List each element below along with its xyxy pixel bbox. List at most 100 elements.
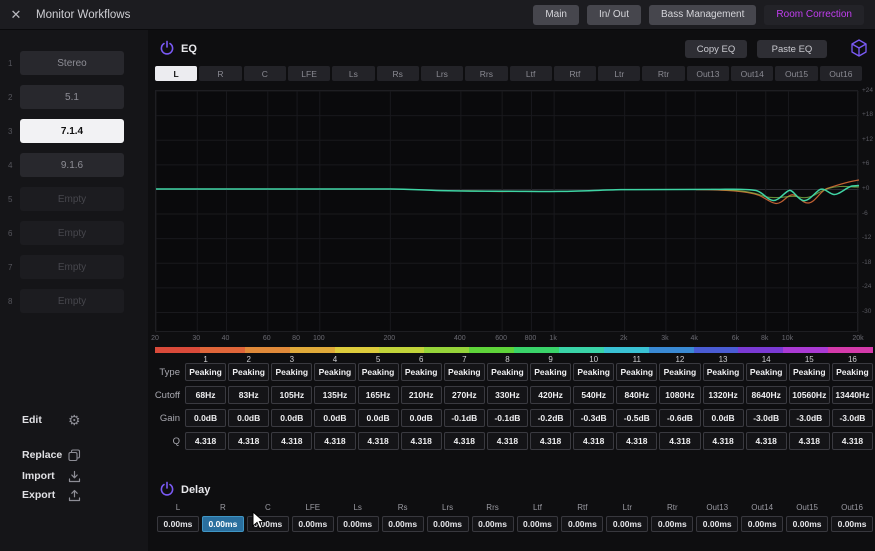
eq-channel-tab-ltr[interactable]: Ltr	[598, 66, 641, 81]
band-q-9[interactable]: 4.318	[530, 432, 572, 450]
band-type-15[interactable]: Peaking	[788, 363, 830, 381]
band-cutoff-16[interactable]: 13440Hz	[831, 386, 873, 404]
band-q-15[interactable]: 4.318	[788, 432, 830, 450]
band-q-7[interactable]: 4.318	[443, 432, 485, 450]
band-q-16[interactable]: 4.318	[831, 432, 873, 450]
preset-button-6-empty[interactable]: Empty	[20, 221, 124, 245]
delay-value-lrs[interactable]: 0.00ms	[426, 516, 469, 532]
band-gain-9[interactable]: -0.2dB	[530, 409, 572, 427]
band-gain-7[interactable]: -0.1dB	[443, 409, 485, 427]
nav-tab-room-correction[interactable]: Room Correction	[764, 4, 864, 25]
band-gain-12[interactable]: -0.6dB	[659, 409, 701, 427]
delay-value-out16[interactable]: 0.00ms	[831, 516, 873, 532]
band-gain-6[interactable]: 0.0dB	[400, 409, 442, 427]
delay-value-r[interactable]: 0.00ms	[201, 516, 244, 532]
band-cutoff-11[interactable]: 840Hz	[616, 386, 658, 404]
preset-button-4-9-1-6[interactable]: 9.1.6	[20, 153, 124, 177]
eq-channel-tab-rtr[interactable]: Rtr	[642, 66, 685, 81]
preset-button-8-empty[interactable]: Empty	[20, 289, 124, 313]
band-q-12[interactable]: 4.318	[659, 432, 701, 450]
band-cutoff-10[interactable]: 540Hz	[573, 386, 615, 404]
eq-channel-tab-r[interactable]: R	[199, 66, 242, 81]
band-q-10[interactable]: 4.318	[573, 432, 615, 450]
band-type-8[interactable]: Peaking	[486, 363, 528, 381]
delay-value-rtr[interactable]: 0.00ms	[651, 516, 694, 532]
eq-power-button[interactable]	[158, 40, 175, 57]
band-cutoff-13[interactable]: 1320Hz	[702, 386, 744, 404]
band-cutoff-1[interactable]: 68Hz	[185, 386, 227, 404]
band-type-12[interactable]: Peaking	[659, 363, 701, 381]
preset-button-2-5-1[interactable]: 5.1	[20, 85, 124, 109]
delay-value-out14[interactable]: 0.00ms	[741, 516, 784, 532]
nav-tab-main[interactable]: Main	[533, 4, 579, 25]
band-q-13[interactable]: 4.318	[702, 432, 744, 450]
band-gain-4[interactable]: 0.0dB	[314, 409, 356, 427]
eq-channel-tab-rtf[interactable]: Rtf	[553, 66, 597, 81]
band-cutoff-9[interactable]: 420Hz	[530, 386, 572, 404]
copy-eq-button[interactable]: Copy EQ	[685, 40, 747, 58]
eq-channel-tab-lfe[interactable]: LFE	[287, 66, 331, 81]
eq-channel-tab-l[interactable]: L	[155, 66, 198, 81]
band-cutoff-12[interactable]: 1080Hz	[659, 386, 701, 404]
band-gain-10[interactable]: -0.3dB	[573, 409, 615, 427]
delay-value-rrs[interactable]: 0.00ms	[471, 516, 514, 532]
preset-button-1-stereo[interactable]: Stereo	[20, 51, 124, 75]
band-q-6[interactable]: 4.318	[400, 432, 442, 450]
band-gain-8[interactable]: -0.1dB	[486, 409, 528, 427]
preset-button-5-empty[interactable]: Empty	[20, 187, 124, 211]
band-type-13[interactable]: Peaking	[702, 363, 744, 381]
band-type-11[interactable]: Peaking	[616, 363, 658, 381]
paste-eq-button[interactable]: Paste EQ	[757, 40, 827, 58]
band-type-9[interactable]: Peaking	[530, 363, 572, 381]
band-gain-16[interactable]: -3.0dB	[831, 409, 873, 427]
band-gain-2[interactable]: 0.0dB	[228, 409, 270, 427]
band-q-4[interactable]: 4.318	[314, 432, 356, 450]
edit-button[interactable]: Edit ⚙	[0, 409, 148, 431]
band-type-5[interactable]: Peaking	[357, 363, 399, 381]
band-q-8[interactable]: 4.318	[486, 432, 528, 450]
eq-channel-tab-out14[interactable]: Out14	[731, 66, 774, 81]
eq-channel-tab-c[interactable]: C	[243, 66, 286, 81]
eq-channel-tab-out16[interactable]: Out16	[819, 66, 862, 81]
band-gain-14[interactable]: -3.0dB	[745, 409, 787, 427]
band-cutoff-14[interactable]: 8640Hz	[745, 386, 787, 404]
band-cutoff-8[interactable]: 330Hz	[486, 386, 528, 404]
delay-value-ls[interactable]: 0.00ms	[336, 516, 379, 532]
band-type-10[interactable]: Peaking	[573, 363, 615, 381]
band-cutoff-4[interactable]: 135Hz	[314, 386, 356, 404]
eq-channel-tab-out15[interactable]: Out15	[775, 66, 818, 81]
band-cutoff-7[interactable]: 270Hz	[443, 386, 485, 404]
speaker-config-icon[interactable]	[848, 38, 869, 59]
delay-power-button[interactable]	[158, 481, 175, 498]
delay-value-l[interactable]: 0.00ms	[157, 516, 199, 532]
delay-value-ltf[interactable]: 0.00ms	[516, 516, 559, 532]
band-gain-5[interactable]: 0.0dB	[357, 409, 399, 427]
band-type-2[interactable]: Peaking	[228, 363, 270, 381]
band-cutoff-6[interactable]: 210Hz	[400, 386, 442, 404]
preset-button-3-7-1-4[interactable]: 7.1.4	[20, 119, 124, 143]
band-gain-15[interactable]: -3.0dB	[788, 409, 830, 427]
band-type-1[interactable]: Peaking	[185, 363, 227, 381]
eq-graph[interactable]	[155, 90, 859, 333]
band-type-16[interactable]: Peaking	[831, 363, 873, 381]
band-q-1[interactable]: 4.318	[185, 432, 227, 450]
band-type-4[interactable]: Peaking	[314, 363, 356, 381]
export-button[interactable]: Export	[0, 484, 148, 506]
delay-value-rs[interactable]: 0.00ms	[381, 516, 424, 532]
band-cutoff-15[interactable]: 10560Hz	[788, 386, 830, 404]
eq-channel-tab-ltf[interactable]: Ltf	[509, 66, 552, 81]
nav-tab-bass-management[interactable]: Bass Management	[649, 4, 757, 25]
band-type-14[interactable]: Peaking	[745, 363, 787, 381]
delay-value-lfe[interactable]: 0.00ms	[291, 516, 334, 532]
eq-channel-tab-rrs[interactable]: Rrs	[465, 66, 508, 81]
delay-value-ltr[interactable]: 0.00ms	[606, 516, 649, 532]
delay-value-rtf[interactable]: 0.00ms	[561, 516, 604, 532]
band-cutoff-5[interactable]: 165Hz	[357, 386, 399, 404]
nav-tab-in-out[interactable]: In/ Out	[587, 4, 642, 25]
eq-channel-tab-out13[interactable]: Out13	[686, 66, 730, 81]
band-gain-11[interactable]: -0.5dB	[616, 409, 658, 427]
band-gain-13[interactable]: 0.0dB	[702, 409, 744, 427]
delay-value-out15[interactable]: 0.00ms	[786, 516, 829, 532]
band-cutoff-3[interactable]: 105Hz	[271, 386, 313, 404]
band-type-6[interactable]: Peaking	[400, 363, 442, 381]
